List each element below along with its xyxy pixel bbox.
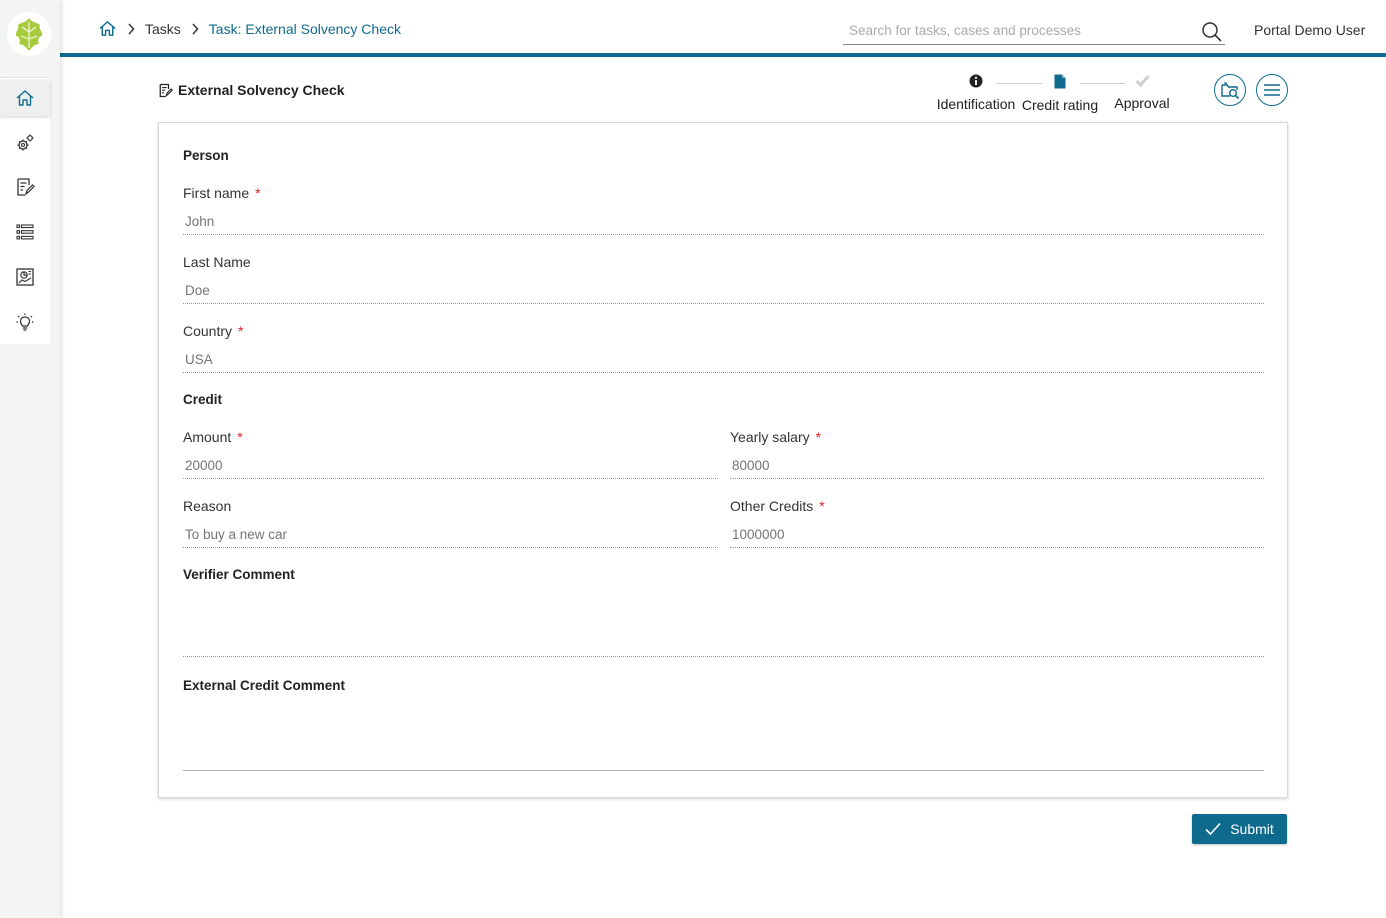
check-icon bbox=[1134, 75, 1150, 88]
top-header: Tasks Task: External Solvency Check Port… bbox=[60, 0, 1386, 57]
sidebar bbox=[0, 0, 60, 918]
first-name-label: First name * bbox=[183, 185, 261, 201]
external-credit-comment-textarea[interactable] bbox=[183, 702, 1264, 771]
required-marker: * bbox=[255, 185, 261, 201]
section-title-credit: Credit bbox=[183, 392, 223, 407]
country-label-text: Country bbox=[183, 323, 233, 339]
last-name-label-text: Last Name bbox=[183, 254, 251, 270]
amount-input[interactable] bbox=[183, 453, 718, 479]
lightbulb-icon bbox=[16, 313, 34, 331]
required-marker: * bbox=[819, 498, 825, 514]
breadcrumb-home[interactable] bbox=[98, 19, 117, 38]
amount-label-text: Amount bbox=[183, 429, 232, 445]
sidebar-menu bbox=[0, 77, 50, 344]
yearly-salary-input[interactable] bbox=[730, 453, 1264, 479]
document-icon bbox=[1054, 74, 1066, 89]
other-credits-label-text: Other Credits bbox=[730, 498, 814, 514]
breadcrumb: Tasks Task: External Solvency Check bbox=[98, 19, 401, 38]
sidebar-item-processes[interactable] bbox=[0, 125, 50, 161]
chevron-right-icon bbox=[127, 22, 135, 35]
global-search bbox=[843, 18, 1225, 45]
sidebar-item-statistics[interactable] bbox=[0, 259, 50, 295]
reason-label-text: Reason bbox=[183, 498, 232, 514]
sidebar-item-home[interactable] bbox=[0, 80, 50, 116]
search-input[interactable] bbox=[843, 18, 1183, 42]
step-label: Approval bbox=[1114, 95, 1170, 111]
sidebar-item-ideas[interactable] bbox=[0, 304, 50, 340]
search-icon[interactable] bbox=[1201, 21, 1223, 48]
home-icon bbox=[99, 21, 116, 36]
verifier-comment-label: Verifier Comment bbox=[183, 567, 295, 582]
other-credits-input[interactable] bbox=[730, 522, 1264, 548]
amount-label: Amount * bbox=[183, 429, 243, 445]
task-edit-icon bbox=[17, 178, 35, 196]
statistics-icon bbox=[16, 268, 34, 286]
first-name-input[interactable] bbox=[183, 209, 1264, 235]
yearly-salary-label-text: Yearly salary bbox=[730, 429, 810, 445]
step-label: Identification bbox=[936, 96, 1016, 112]
chevron-right-icon bbox=[191, 22, 199, 35]
reason-label: Reason bbox=[183, 498, 231, 514]
required-marker: * bbox=[237, 429, 243, 445]
country-label: Country * bbox=[183, 323, 243, 339]
country-input[interactable] bbox=[183, 347, 1264, 373]
required-marker: * bbox=[238, 323, 244, 339]
step-credit-rating[interactable]: Credit rating bbox=[1020, 74, 1100, 113]
breadcrumb-tasks[interactable]: Tasks bbox=[145, 21, 181, 37]
sidebar-item-cases[interactable] bbox=[0, 214, 50, 250]
section-title-person: Person bbox=[183, 148, 229, 163]
first-name-label-text: First name bbox=[183, 185, 250, 201]
submit-button-label: Submit bbox=[1230, 821, 1274, 837]
info-icon bbox=[969, 74, 983, 88]
yearly-salary-label: Yearly salary * bbox=[730, 429, 821, 445]
task-form-card: Person First name * Last Name Country * Cr… bbox=[158, 122, 1288, 798]
task-actions-menu-button[interactable] bbox=[1256, 74, 1288, 106]
check-icon bbox=[1205, 822, 1221, 836]
task-title: External Solvency Check bbox=[158, 82, 345, 98]
verifier-comment-textarea[interactable] bbox=[183, 591, 1264, 657]
step-identification[interactable]: Identification bbox=[935, 74, 1017, 112]
external-credit-comment-label: External Credit Comment bbox=[183, 678, 346, 693]
case-list-icon bbox=[16, 224, 34, 240]
folder-search-icon bbox=[1221, 82, 1240, 100]
task-edit-icon bbox=[159, 83, 173, 97]
required-marker: * bbox=[815, 429, 822, 445]
last-name-label: Last Name bbox=[183, 254, 251, 270]
case-details-button[interactable] bbox=[1214, 74, 1246, 106]
sidebar-item-tasks[interactable] bbox=[0, 169, 50, 205]
gears-icon bbox=[17, 134, 34, 151]
step-label: Credit rating bbox=[1021, 97, 1099, 113]
last-name-input[interactable] bbox=[183, 278, 1264, 304]
reason-input[interactable] bbox=[183, 522, 718, 548]
step-approval[interactable]: Approval bbox=[1112, 74, 1172, 111]
company-logo[interactable] bbox=[7, 12, 51, 56]
other-credits-label: Other Credits * bbox=[730, 498, 825, 514]
submit-button[interactable]: Submit bbox=[1192, 814, 1287, 844]
breadcrumb-current-task: Task: External Solvency Check bbox=[208, 20, 401, 37]
leaf-logo-icon bbox=[15, 18, 43, 51]
task-title-text: External Solvency Check bbox=[178, 82, 345, 98]
hamburger-menu-icon bbox=[1264, 84, 1280, 96]
home-icon bbox=[16, 90, 34, 106]
process-stepper: Identification Credit rating Approval bbox=[930, 74, 1180, 114]
user-menu[interactable]: Portal Demo User bbox=[1254, 22, 1365, 38]
